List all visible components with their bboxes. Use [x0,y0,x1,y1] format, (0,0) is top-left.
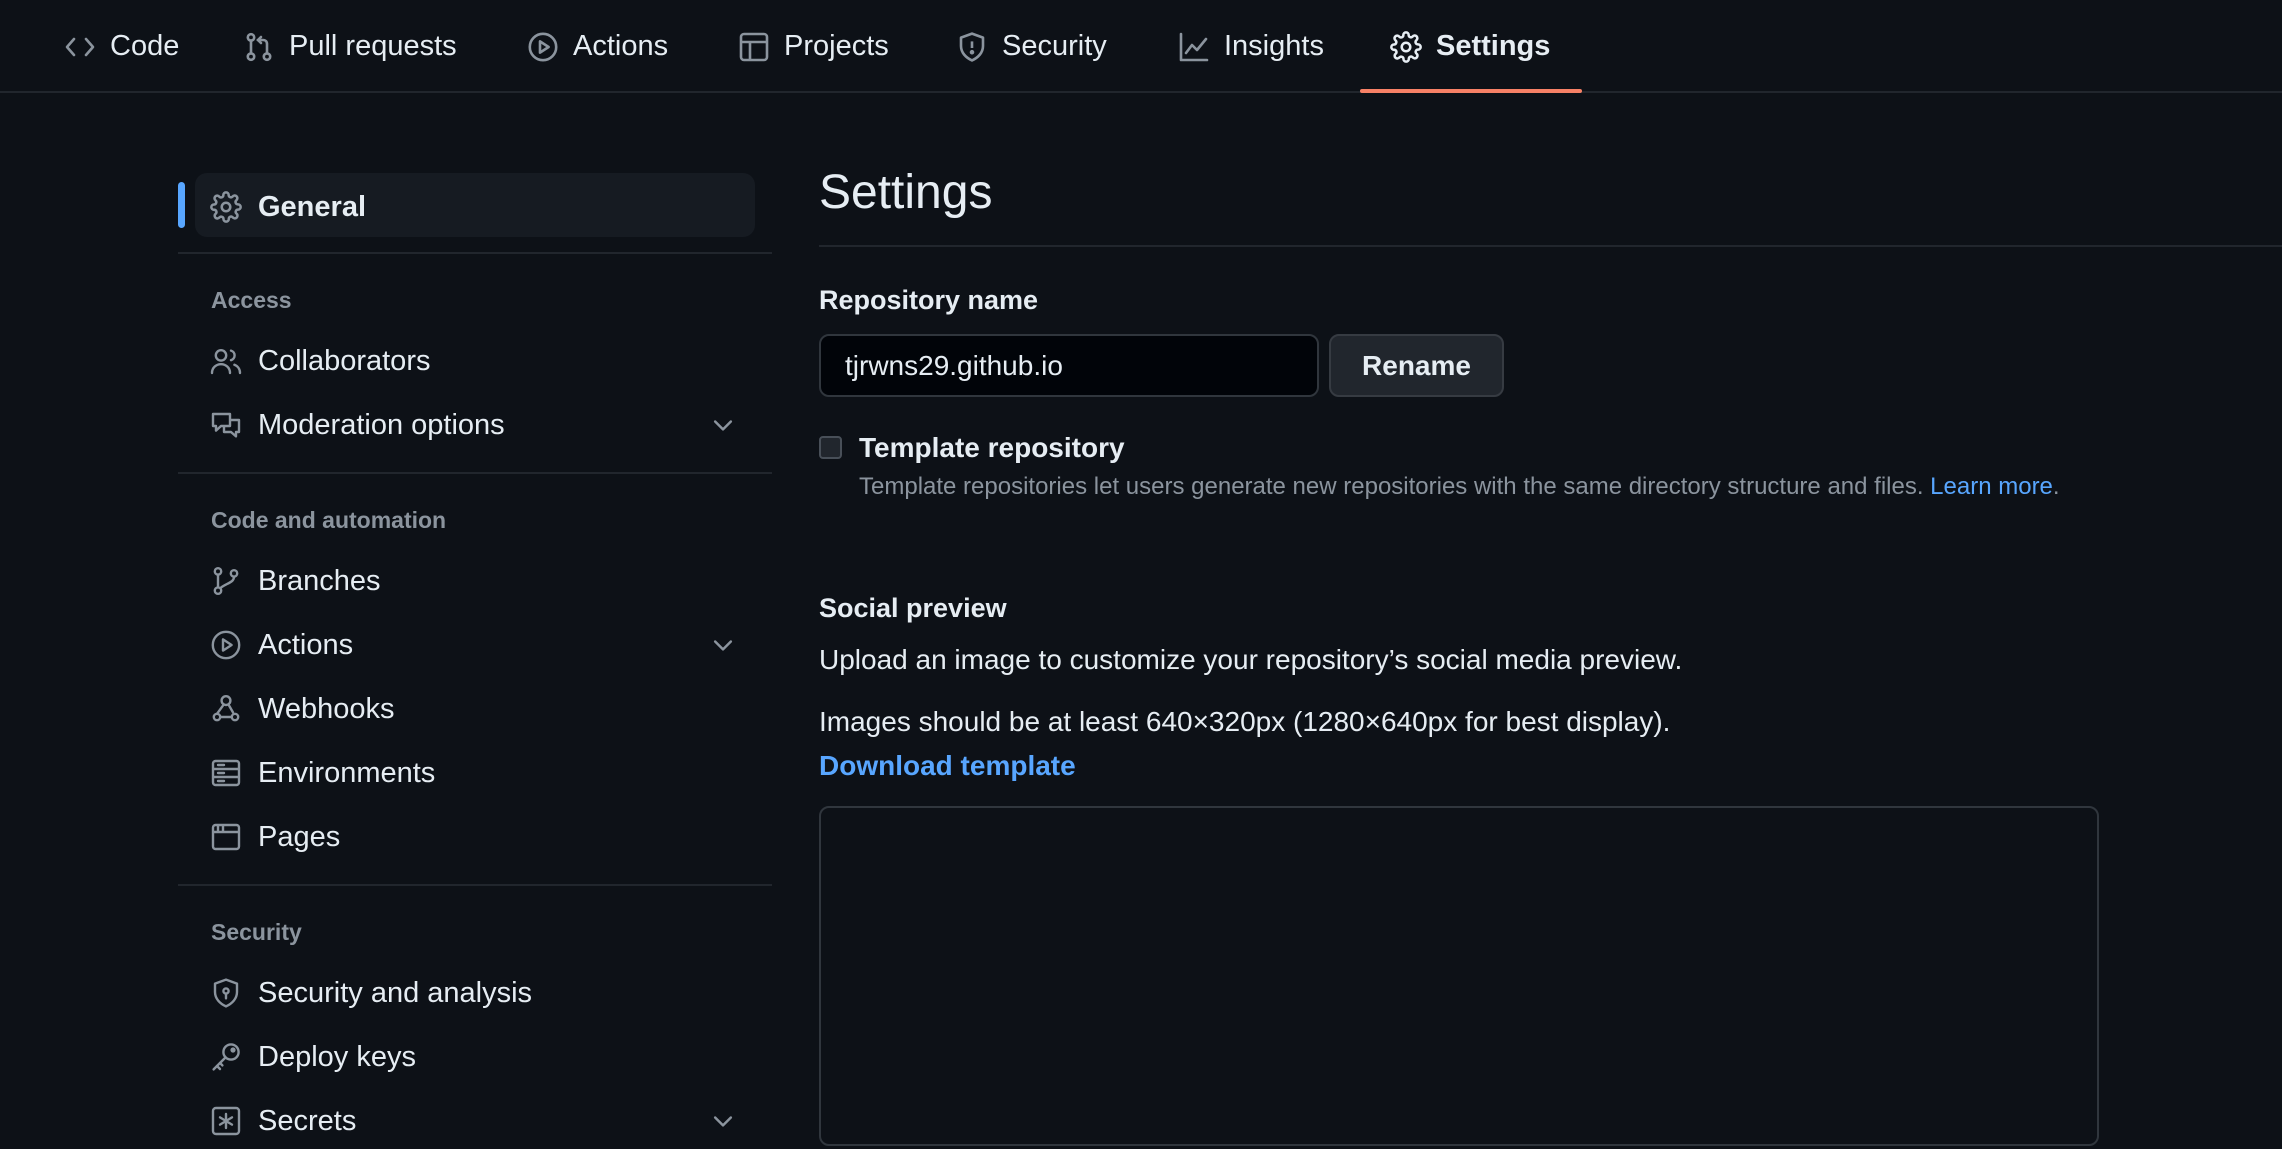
sidebar-item-collaborators[interactable]: Collaborators [210,333,755,389]
sidebar-item-security-and-analysis[interactable]: Security and analysis [210,965,755,1021]
sidebar-active-indicator [178,182,185,228]
learn-more-link[interactable]: Learn more [1930,473,2053,500]
sidebar-heading-code-automation: Code and automation [211,507,447,533]
gear-icon [1390,30,1422,63]
sidebar-item-deploy-keys[interactable]: Deploy keys [210,1029,755,1085]
tab-code[interactable]: Code [64,0,179,93]
tab-pull-requests[interactable]: Pull requests [243,0,457,93]
tab-label: Pull requests [289,30,457,62]
asterisk-icon [210,1105,242,1137]
title-divider [819,245,2282,247]
tab-label: Actions [573,30,669,62]
shield-lock-icon [210,977,242,1009]
sidebar-item-moderation-options[interactable]: Moderation options [210,397,755,453]
sidebar-item-label: Deploy keys [258,1040,416,1073]
repository-name-label: Repository name [819,285,1039,315]
rename-button[interactable]: Rename [1329,334,1504,397]
template-help-suffix: . [2052,473,2060,500]
sidebar-item-branches[interactable]: Branches [210,553,755,609]
gear-icon [210,191,242,223]
repository-name-input[interactable] [819,334,1319,397]
sidebar-item-label: Environments [258,756,436,789]
tab-label: Insights [1224,30,1324,62]
git-pull-request-icon [243,31,275,63]
sidebar-item-label: Moderation options [258,408,505,441]
webhook-icon [210,693,242,725]
social-preview-size-note: Images should be at least 640×320px (128… [819,706,1671,737]
chevron-down-icon[interactable] [709,1107,737,1135]
graph-icon [1178,31,1210,63]
sidebar-item-label: Secrets [258,1104,357,1137]
sidebar-item-environments[interactable]: Environments [210,745,755,801]
sidebar-item-actions[interactable]: Actions [210,617,755,673]
chevron-down-icon[interactable] [709,631,737,659]
active-tab-underline [1360,89,1582,93]
tab-label: Code [110,30,180,62]
sidebar-item-label: Actions [258,628,354,661]
git-branch-icon [210,565,242,597]
template-repository-help: Template repositories let users generate… [859,473,2060,501]
repo-nav: Code Pull requests Actions Projects Secu… [0,0,2282,93]
tab-label: Projects [784,30,889,62]
people-icon [210,345,242,377]
play-circle-icon [210,629,242,661]
sidebar-item-label: Collaborators [258,344,431,377]
template-repository-checkbox[interactable] [819,436,842,459]
server-icon [210,757,242,789]
tab-insights[interactable]: Insights [1178,0,1324,93]
browser-icon [210,821,242,853]
tab-label: Security [1002,30,1107,62]
sidebar-item-label: Pages [258,820,341,853]
sidebar-item-label: Webhooks [258,692,395,725]
template-help-text: Template repositories let users generate… [859,473,1924,500]
sidebar-divider [178,472,772,474]
tab-security[interactable]: Security [956,0,1107,93]
shield-icon [956,31,988,63]
play-circle-icon [527,31,559,63]
sidebar-item-label: Security and analysis [258,976,533,1009]
comment-discussion-icon [210,409,242,441]
sidebar-item-label: Branches [258,564,381,597]
social-preview-description: Upload an image to customize your reposi… [819,644,1683,675]
tab-projects[interactable]: Projects [738,0,889,93]
sidebar-heading-access: Access [211,287,292,313]
tab-actions[interactable]: Actions [527,0,668,93]
sidebar-item-secrets[interactable]: Secrets [210,1093,755,1149]
sidebar-divider [178,252,772,254]
sidebar-item-general[interactable]: General [210,179,755,235]
table-icon [738,31,770,63]
download-template-link[interactable]: Download template [819,750,1076,782]
social-preview-image-area[interactable] [819,806,2099,1146]
sidebar-divider [178,884,772,886]
tab-label: Settings [1436,30,1551,62]
sidebar-item-label: General [258,190,366,223]
page-title: Settings [819,166,993,219]
sidebar-heading-security: Security [211,919,302,945]
code-icon [64,31,96,63]
template-repository-label: Template repository [859,432,1125,463]
social-preview-heading: Social preview [819,593,1007,623]
sidebar-item-pages[interactable]: Pages [210,809,755,865]
chevron-down-icon[interactable] [709,411,737,439]
sidebar-item-webhooks[interactable]: Webhooks [210,681,755,737]
tab-settings[interactable]: Settings [1390,0,1550,93]
key-icon [210,1041,242,1073]
